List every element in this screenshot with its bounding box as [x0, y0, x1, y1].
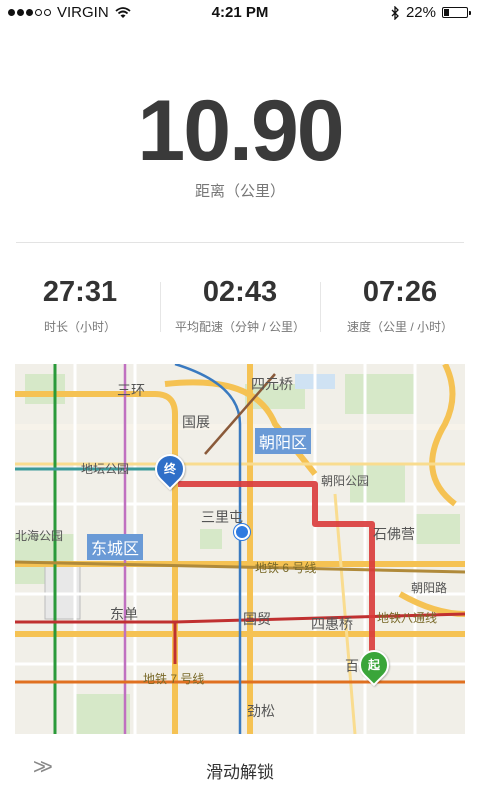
- slide-to-unlock[interactable]: >> 滑动解锁: [15, 734, 465, 800]
- route-map[interactable]: 三环 四元桥 国展 朝阳区 地坛公园 朝阳公园 三里屯 石佛营 北海公园 东城区…: [15, 364, 465, 734]
- status-bar-right: 22%: [391, 4, 471, 21]
- stat-duration: 27:31 时长（小时）: [0, 274, 160, 344]
- current-location-icon: [234, 524, 250, 540]
- stat-speed: 07:26 速度（公里 / 小时）: [320, 274, 480, 344]
- stat-pace: 02:43 平均配速（分钟 / 公里）: [160, 274, 320, 344]
- district-label: 东城区: [87, 534, 144, 560]
- stat-label: 平均配速（分钟 / 公里）: [174, 320, 305, 334]
- map-label: 国贸: [243, 611, 271, 627]
- unlock-label: 滑动解锁: [206, 763, 274, 782]
- map-label: 北海公园: [15, 529, 64, 543]
- metro-label: 地铁八通线: [377, 611, 438, 625]
- battery-icon: [442, 7, 471, 18]
- map-label: 四元桥: [251, 376, 293, 392]
- stat-value: 07:26: [362, 276, 438, 308]
- map-label: 劲松: [247, 703, 275, 719]
- map-label: 国展: [182, 414, 210, 430]
- stat-label: 速度（公里 / 小时）: [346, 320, 453, 334]
- battery-percent: 22%: [405, 4, 436, 21]
- map-label: 石佛营: [373, 526, 415, 542]
- stats-row: 27:31 时长（小时） 02:43 平均配速（分钟 / 公里） 07:26 速…: [0, 274, 480, 344]
- stat-value: 27:31: [42, 276, 118, 308]
- map-label: 三里屯: [201, 509, 243, 525]
- distance-value: 10.90: [137, 83, 344, 179]
- map-label: 东单: [110, 606, 138, 622]
- map-label: 地坛公园: [81, 462, 130, 476]
- stat-value: 02:43: [202, 276, 278, 308]
- bluetooth-icon: [391, 5, 399, 20]
- map-label: 朝阳路: [411, 581, 448, 595]
- metro-label: 地铁 6 号线: [255, 561, 317, 575]
- distance-label: 距离（公里）: [194, 183, 285, 200]
- divider: [16, 242, 464, 243]
- stat-label: 时长（小时）: [43, 320, 116, 334]
- metro-label: 地铁 7 号线: [143, 672, 205, 686]
- map-label: 三环: [117, 382, 145, 398]
- map-label: 朝阳公园: [321, 474, 370, 488]
- map-canvas: [15, 364, 465, 734]
- status-bar: VIRGIN 4:21 PM 22%: [0, 0, 480, 26]
- map-label: 四惠桥: [311, 616, 353, 632]
- district-label: 朝阳区: [255, 428, 312, 454]
